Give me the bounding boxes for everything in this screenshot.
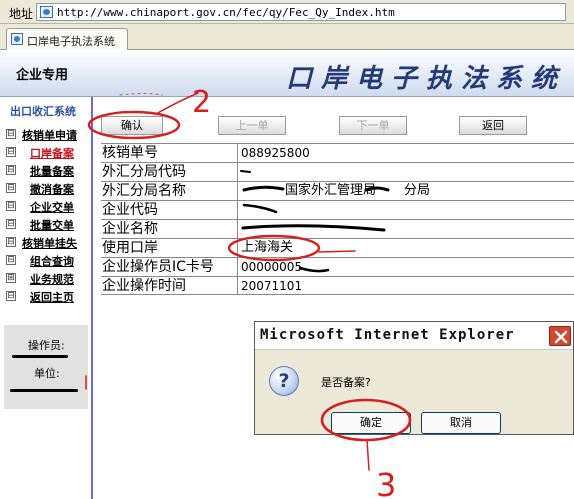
field-value: 00000005 bbox=[241, 260, 303, 274]
field-label: 企业代码 bbox=[101, 201, 238, 219]
record-form-table: 核销单号 088925800 外汇分局代码 外汇分局名称 国家外汇管理局 分局 企… bbox=[101, 143, 574, 295]
bureau-name: 国家外汇管理局 bbox=[285, 183, 377, 198]
field-label: 外汇分局代码 bbox=[101, 163, 238, 181]
tab-title: 口岸电子执法系统 bbox=[27, 35, 115, 48]
table-row: 企业名称 bbox=[101, 219, 574, 238]
field-value: 088925800 bbox=[241, 146, 310, 160]
tree-toggle-icon[interactable]: ⊟ bbox=[6, 129, 16, 139]
browser-window: 地址 http://www.chinaport.gov.cn/fec/qy/Fe… bbox=[0, 0, 574, 499]
tree-toggle-icon[interactable]: ⊟ bbox=[6, 147, 16, 157]
sidebar-item-cancel-record[interactable]: ⊟ 撤消备案 bbox=[6, 180, 92, 197]
dialog-title: Microsoft Internet Explorer bbox=[260, 327, 515, 343]
unit-label: 单位: bbox=[34, 367, 60, 380]
table-row: 外汇分局名称 国家外汇管理局 分局 bbox=[101, 181, 574, 200]
back-button[interactable]: 返回 bbox=[459, 116, 527, 135]
sidebar-item-port-record[interactable]: ⊟ 口岸备案 bbox=[6, 144, 92, 161]
close-icon[interactable] bbox=[549, 326, 571, 346]
sidebar-item-label: 返回主页 bbox=[30, 291, 74, 304]
browser-tab[interactable]: 口岸电子执法系统 bbox=[6, 28, 128, 50]
field-label: 外汇分局名称 bbox=[101, 182, 238, 200]
field-label: 企业名称 bbox=[101, 220, 238, 238]
sidebar-item-home[interactable]: ⊟ 返回主页 bbox=[6, 288, 92, 305]
field-value bbox=[239, 220, 574, 238]
sidebar-item-batch-record[interactable]: ⊟ 批量备案 bbox=[6, 162, 92, 179]
address-input[interactable]: http://www.chinaport.gov.cn/fec/qy/Fec_Q… bbox=[36, 3, 566, 21]
sidebar-item-label: 核销单挂失 bbox=[22, 237, 77, 250]
sidebar-item-label: 批量备案 bbox=[30, 165, 74, 178]
tree-toggle-icon[interactable]: ⊟ bbox=[6, 165, 16, 175]
address-url: http://www.chinaport.gov.cn/fec/qy/Fec_Q… bbox=[57, 6, 395, 19]
address-label: 地址 bbox=[9, 7, 34, 21]
tab-strip: 口岸电子执法系统 bbox=[0, 24, 574, 50]
enterprise-label: 企业专用 bbox=[16, 68, 69, 83]
sidebar-item-label: 组合查询 bbox=[30, 255, 74, 268]
unit-redaction bbox=[10, 389, 78, 392]
tree-toggle-icon[interactable]: ⊟ bbox=[6, 183, 16, 193]
sidebar-item-label: 批量交单 bbox=[30, 219, 74, 232]
cancel-button[interactable]: 取消 bbox=[421, 412, 501, 434]
page-header: 企业专用 口岸电子执法系统 bbox=[0, 50, 574, 97]
table-row: 使用口岸 上海海关 bbox=[101, 238, 574, 257]
table-row: 企业操作时间 20071101 bbox=[101, 276, 574, 295]
field-label: 企业操作员IC卡号 bbox=[101, 258, 238, 276]
page-icon bbox=[40, 6, 53, 18]
tree-toggle-icon[interactable]: ⊟ bbox=[6, 219, 16, 229]
sidebar-item-batch-submit[interactable]: ⊟ 批量交单 bbox=[6, 216, 92, 233]
tree-toggle-icon[interactable]: ⊟ bbox=[6, 291, 16, 301]
tree-toggle-icon[interactable]: ⊞ bbox=[6, 273, 16, 283]
confirm-dialog: Microsoft Internet Explorer ? 是否备案? 确定 取… bbox=[254, 321, 574, 435]
dialog-message: 是否备案? bbox=[321, 376, 371, 389]
sidebar-item-report-loss[interactable]: ⊟ 核销单挂失 bbox=[6, 234, 92, 251]
sidebar-item-label: 业务规范 bbox=[30, 273, 74, 286]
next-record-button[interactable]: 下一单 bbox=[339, 116, 407, 135]
sidebar-item-business-rules[interactable]: ⊞ 业务规范 bbox=[6, 270, 92, 287]
field-value: 20071101 bbox=[241, 279, 303, 293]
table-row: 外汇分局代码 bbox=[101, 162, 574, 181]
field-value bbox=[239, 163, 574, 181]
confirm-button[interactable]: 确认 bbox=[101, 116, 163, 135]
sidebar: 出口收汇系统 ⊟ 核销单申请 ⊟ 口岸备案 ⊟ 批量备案 ⊟ 撤消备案 ⊟ 企业… bbox=[0, 97, 93, 499]
field-value: 国家外汇管理局 分局 bbox=[239, 182, 574, 200]
sidebar-item-combined-query[interactable]: ⊟ 组合查询 bbox=[6, 252, 92, 269]
prev-record-button[interactable]: 上一单 bbox=[218, 116, 286, 135]
operator-redaction bbox=[12, 355, 68, 358]
sidebar-item-label: 撤消备案 bbox=[30, 183, 74, 196]
dialog-titlebar: Microsoft Internet Explorer bbox=[255, 322, 573, 350]
tree-toggle-icon[interactable]: ⊟ bbox=[6, 255, 16, 265]
sidebar-title: 出口收汇系统 bbox=[10, 105, 76, 118]
field-label: 核销单号 bbox=[101, 144, 238, 162]
tree-toggle-icon[interactable]: ⊟ bbox=[6, 201, 16, 211]
operator-label: 操作员: bbox=[28, 339, 65, 352]
field-value bbox=[239, 201, 574, 219]
table-row: 核销单号 088925800 bbox=[101, 143, 574, 162]
ok-button[interactable]: 确定 bbox=[331, 412, 411, 434]
table-row: 企业操作员IC卡号 00000005 bbox=[101, 257, 574, 276]
sidebar-item-label: 核销单申请 bbox=[22, 129, 77, 142]
sidebar-item-writeoff-apply[interactable]: ⊟ 核销单申请 bbox=[6, 126, 92, 143]
question-icon: ? bbox=[269, 366, 299, 396]
field-label: 企业操作时间 bbox=[101, 277, 238, 295]
field-label: 使用口岸 bbox=[101, 239, 238, 257]
tab-page-icon bbox=[11, 33, 23, 45]
tree-toggle-icon[interactable]: ⊟ bbox=[6, 237, 16, 247]
step-3-label: 3 bbox=[376, 466, 396, 499]
system-title: 口岸电子执法系统 bbox=[285, 64, 566, 94]
sidebar-item-label: 口岸备案 bbox=[30, 147, 74, 160]
sidebar-item-label: 企业交单 bbox=[30, 201, 74, 214]
field-value: 上海海关 bbox=[241, 240, 294, 255]
sidebar-item-submit-docs[interactable]: ⊟ 企业交单 bbox=[6, 198, 92, 215]
bureau-suffix: 分局 bbox=[404, 183, 431, 198]
table-row: 企业代码 bbox=[101, 200, 574, 219]
operator-panel: 操作员: 单位: bbox=[4, 325, 88, 409]
address-bar: 地址 http://www.chinaport.gov.cn/fec/qy/Fe… bbox=[0, 0, 574, 24]
